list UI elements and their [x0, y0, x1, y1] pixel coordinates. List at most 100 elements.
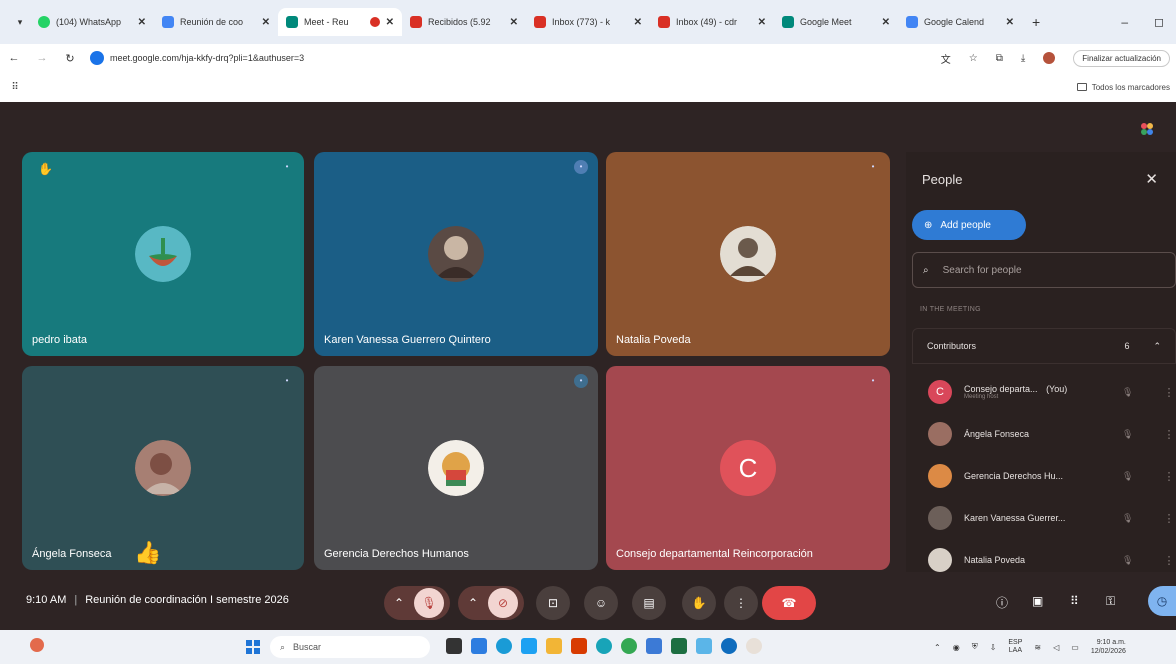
mic-off-icon[interactable]: 🎙: [414, 588, 445, 618]
address-bar[interactable]: meet.google.com/hja-kkfy-drq?pli=1&authu…: [90, 51, 870, 65]
participant-list-item[interactable]: C Consejo departa... (You) Meeting host …: [912, 372, 1176, 412]
participant-tile[interactable]: • C Consejo departamental Reincorporació…: [606, 366, 890, 570]
participant-tile[interactable]: ✋ • pedro ibata: [22, 152, 304, 356]
tab-gmail-1[interactable]: Recibidos (5.92 ✕: [402, 8, 526, 36]
add-people-label: Add people: [940, 219, 991, 231]
new-tab-button[interactable]: +: [1022, 14, 1050, 30]
participant-tile[interactable]: • Karen Vanessa Guerrero Quintero: [314, 152, 598, 356]
leave-call-button[interactable]: ☎: [762, 586, 816, 620]
more-options-button[interactable]: ⋮: [724, 586, 758, 620]
tab-meet[interactable]: Meet - Reu ✕: [278, 8, 402, 36]
task-view-icon[interactable]: [446, 638, 462, 654]
chevron-up-icon[interactable]: ⌃: [934, 643, 941, 652]
outlook-icon[interactable]: [721, 638, 737, 654]
usb-icon[interactable]: ⇩: [990, 643, 997, 652]
meet-apps-icon[interactable]: [1140, 122, 1154, 136]
tab-gmail-3[interactable]: Inbox (49) - cdr ✕: [650, 8, 774, 36]
chevron-up-icon[interactable]: ⌃: [468, 596, 478, 610]
chat-icon[interactable]: ▣: [1032, 594, 1043, 608]
close-icon[interactable]: ✕: [138, 17, 146, 28]
copilot-icon[interactable]: [596, 638, 612, 654]
participant-tile[interactable]: • Gerencia Derechos Humanos: [314, 366, 598, 570]
excel-icon[interactable]: [671, 638, 687, 654]
close-icon[interactable]: ✕: [882, 17, 890, 28]
profile-avatar[interactable]: [1043, 52, 1056, 64]
office-icon[interactable]: [571, 638, 587, 654]
translate-icon[interactable]: 文: [941, 51, 951, 66]
network-icon[interactable]: ◉: [953, 643, 960, 652]
meeting-details[interactable]: 9:10 AM | Reunión de coordinación I semest…: [26, 594, 289, 606]
wifi-icon[interactable]: ≋: [1034, 643, 1041, 652]
close-icon[interactable]: ✕: [634, 17, 642, 28]
store-icon[interactable]: [646, 638, 662, 654]
back-icon[interactable]: ←: [0, 52, 28, 64]
onedrive-icon[interactable]: [696, 638, 712, 654]
close-icon[interactable]: ✕: [1006, 17, 1014, 28]
timer-icon[interactable]: ◷: [1148, 586, 1176, 616]
tab-whatsapp[interactable]: (104) WhatsApp ✕: [30, 8, 154, 36]
microphone-control[interactable]: ⌃ 🎙: [384, 586, 450, 620]
participant-tile[interactable]: • Ángela Fonseca 👍: [22, 366, 304, 570]
forward-icon[interactable]: →: [28, 52, 56, 64]
tab-google-calendar[interactable]: Google Calend ✕: [898, 8, 1022, 36]
more-options-icon[interactable]: ⋮: [1163, 554, 1174, 567]
bookmark-star-icon[interactable]: ☆: [969, 53, 978, 64]
activities-grid-icon[interactable]: ⠿: [1070, 594, 1079, 608]
more-options-icon[interactable]: ⋮: [1163, 470, 1174, 483]
clock[interactable]: 9:10 a.m. 12/02/2026: [1091, 638, 1126, 656]
info-icon[interactable]: ⓘ: [996, 594, 1008, 611]
teams-icon[interactable]: [521, 638, 537, 654]
participant-avatar: [428, 226, 484, 282]
camera-off-icon[interactable]: ⊘: [488, 588, 519, 618]
search-people-input[interactable]: ⌕ Search for people: [912, 252, 1176, 288]
weather-icon[interactable]: [30, 638, 44, 652]
close-icon[interactable]: ✕: [262, 17, 270, 28]
tab-search-icon[interactable]: ▾: [10, 17, 30, 28]
app-icon[interactable]: [746, 638, 762, 654]
camera-control[interactable]: ⌃ ⊘: [458, 586, 524, 620]
participant-list-item[interactable]: Ángela Fonseca 🎙 ⋮: [912, 414, 1176, 454]
close-icon[interactable]: ✕: [386, 17, 394, 28]
add-people-button[interactable]: ⊕ Add people: [912, 210, 1026, 240]
captions-button[interactable]: ▤: [632, 586, 666, 620]
close-icon[interactable]: ✕: [758, 17, 766, 28]
more-options-icon[interactable]: ⋮: [1163, 512, 1174, 525]
site-info-icon[interactable]: [90, 51, 104, 65]
apps-grid-icon[interactable]: ⠿: [0, 82, 30, 93]
battery-icon[interactable]: ▭: [1071, 643, 1079, 652]
security-icon[interactable]: ⛨: [972, 642, 978, 652]
reactions-button[interactable]: ☺: [584, 586, 618, 620]
taskbar-search[interactable]: ⌕ Buscar: [270, 636, 430, 658]
tab-google-meet[interactable]: Google Meet ✕: [774, 8, 898, 36]
download-icon[interactable]: ⤓: [1021, 53, 1025, 64]
chrome-icon[interactable]: [621, 638, 637, 654]
contributors-header[interactable]: Contributors 6 ⌃: [912, 328, 1176, 364]
reload-icon[interactable]: ↻: [56, 52, 84, 65]
raise-hand-button[interactable]: ✋: [682, 586, 716, 620]
more-options-icon[interactable]: ⋮: [1163, 428, 1174, 441]
volume-icon[interactable]: ◁: [1053, 643, 1059, 652]
widgets-icon[interactable]: [471, 638, 487, 654]
close-icon[interactable]: ✕: [1145, 170, 1158, 188]
chevron-up-icon[interactable]: ⌃: [1153, 341, 1161, 352]
chevron-up-icon[interactable]: ⌃: [394, 596, 404, 610]
restore-icon[interactable]: ◻: [1154, 15, 1164, 29]
language-indicator[interactable]: ESP LAA: [1008, 639, 1022, 655]
minimize-icon[interactable]: –: [1121, 15, 1128, 29]
mic-off-icon: 🎙: [1122, 512, 1134, 523]
start-icon[interactable]: [246, 640, 260, 654]
file-explorer-icon[interactable]: [546, 638, 562, 654]
more-options-icon[interactable]: ⋮: [1163, 386, 1174, 399]
tab-calendar-event[interactable]: Reunión de coo ✕: [154, 8, 278, 36]
present-screen-button[interactable]: ⊡: [536, 586, 570, 620]
edge-icon[interactable]: [496, 638, 512, 654]
tab-gmail-2[interactable]: Inbox (773) - k ✕: [526, 8, 650, 36]
extensions-icon[interactable]: ⧉: [996, 53, 1003, 64]
host-controls-icon[interactable]: ⚿: [1106, 594, 1115, 609]
update-button[interactable]: Finalizar actualización: [1073, 49, 1170, 67]
all-bookmarks[interactable]: Todos los marcadores: [1076, 83, 1176, 92]
participant-list-item[interactable]: Karen Vanessa Guerrer... 🎙 ⋮: [912, 498, 1176, 538]
participant-list-item[interactable]: Gerencia Derechos Hu... 🎙 ⋮: [912, 456, 1176, 496]
close-icon[interactable]: ✕: [510, 17, 518, 28]
participant-tile[interactable]: • Natalia Poveda: [606, 152, 890, 356]
